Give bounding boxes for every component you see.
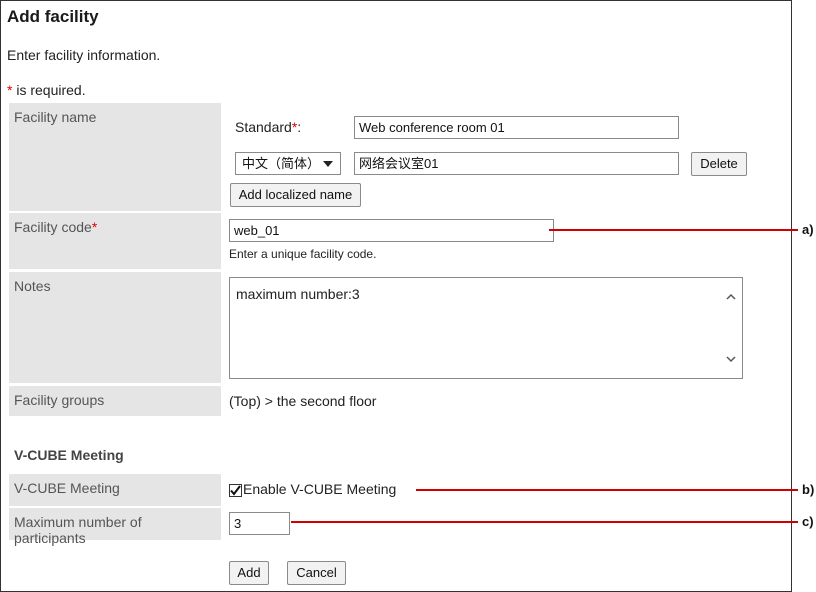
facility-code-required-mark: * <box>91 219 98 235</box>
intro-text: Enter facility information. <box>7 47 161 63</box>
facility-code-label-cell: Facility code* <box>9 213 221 269</box>
locale-select[interactable]: 中文（简体） <box>235 152 341 175</box>
dialog-frame: Add facility Enter facility information.… <box>0 0 792 592</box>
vcube-meeting-label-cell: V-CUBE Meeting <box>9 474 221 506</box>
standard-label-suffix: : <box>297 119 302 135</box>
notes-value: maximum number:3 <box>236 286 360 302</box>
callout-c-label: c) <box>802 514 814 529</box>
standard-name-input[interactable]: Web conference room 01 <box>354 116 679 139</box>
required-note-text: is required. <box>12 82 86 98</box>
locale-select-value: 中文（简体） <box>242 156 321 171</box>
callout-a-line <box>549 229 798 231</box>
enable-vcube-checkbox[interactable] <box>229 484 242 497</box>
vcube-section-heading: V-CUBE Meeting <box>14 447 124 463</box>
checkmark-icon <box>230 485 241 496</box>
facility-name-label-cell: Facility name <box>9 103 221 211</box>
add-localized-name-button[interactable]: Add localized name <box>230 183 361 207</box>
enable-vcube-label[interactable]: Enable V-CUBE Meeting <box>243 481 396 497</box>
max-participants-input[interactable]: 3 <box>229 512 290 535</box>
notes-textarea[interactable]: maximum number:3 <box>229 277 743 379</box>
facility-code-label: Facility code <box>14 219 92 235</box>
facility-groups-label: Facility groups <box>14 392 105 408</box>
callout-a-label: a) <box>802 222 814 237</box>
notes-label-cell: Notes <box>9 272 221 383</box>
callout-b-line <box>416 489 798 491</box>
delete-localized-button[interactable]: Delete <box>691 152 747 176</box>
standard-label: Standard*: <box>235 119 301 135</box>
page-title: Add facility <box>7 7 99 26</box>
standard-label-text: Standard <box>235 119 292 135</box>
facility-groups-value: (Top) > the second floor <box>229 393 377 409</box>
callout-c-line <box>291 521 798 523</box>
scroll-down-icon[interactable] <box>726 354 736 364</box>
facility-name-label: Facility name <box>14 109 97 125</box>
facility-code-input[interactable]: web_01 <box>229 219 554 242</box>
notes-label: Notes <box>14 278 51 294</box>
required-note: * is required. <box>7 82 86 98</box>
max-participants-label-cell: Maximum number of participants <box>9 508 221 546</box>
callout-b-label: b) <box>802 482 815 497</box>
facility-code-hint: Enter a unique facility code. <box>229 247 377 261</box>
cancel-button[interactable]: Cancel <box>287 561 346 585</box>
scroll-up-icon[interactable] <box>726 292 736 302</box>
facility-groups-label-cell: Facility groups <box>9 386 221 416</box>
chevron-down-icon <box>323 161 333 167</box>
max-participants-label: Maximum number of participants <box>14 514 142 546</box>
add-button[interactable]: Add <box>229 561 269 585</box>
localized-name-input[interactable]: 网络会议室01 <box>354 152 679 175</box>
vcube-meeting-label: V-CUBE Meeting <box>14 480 120 496</box>
